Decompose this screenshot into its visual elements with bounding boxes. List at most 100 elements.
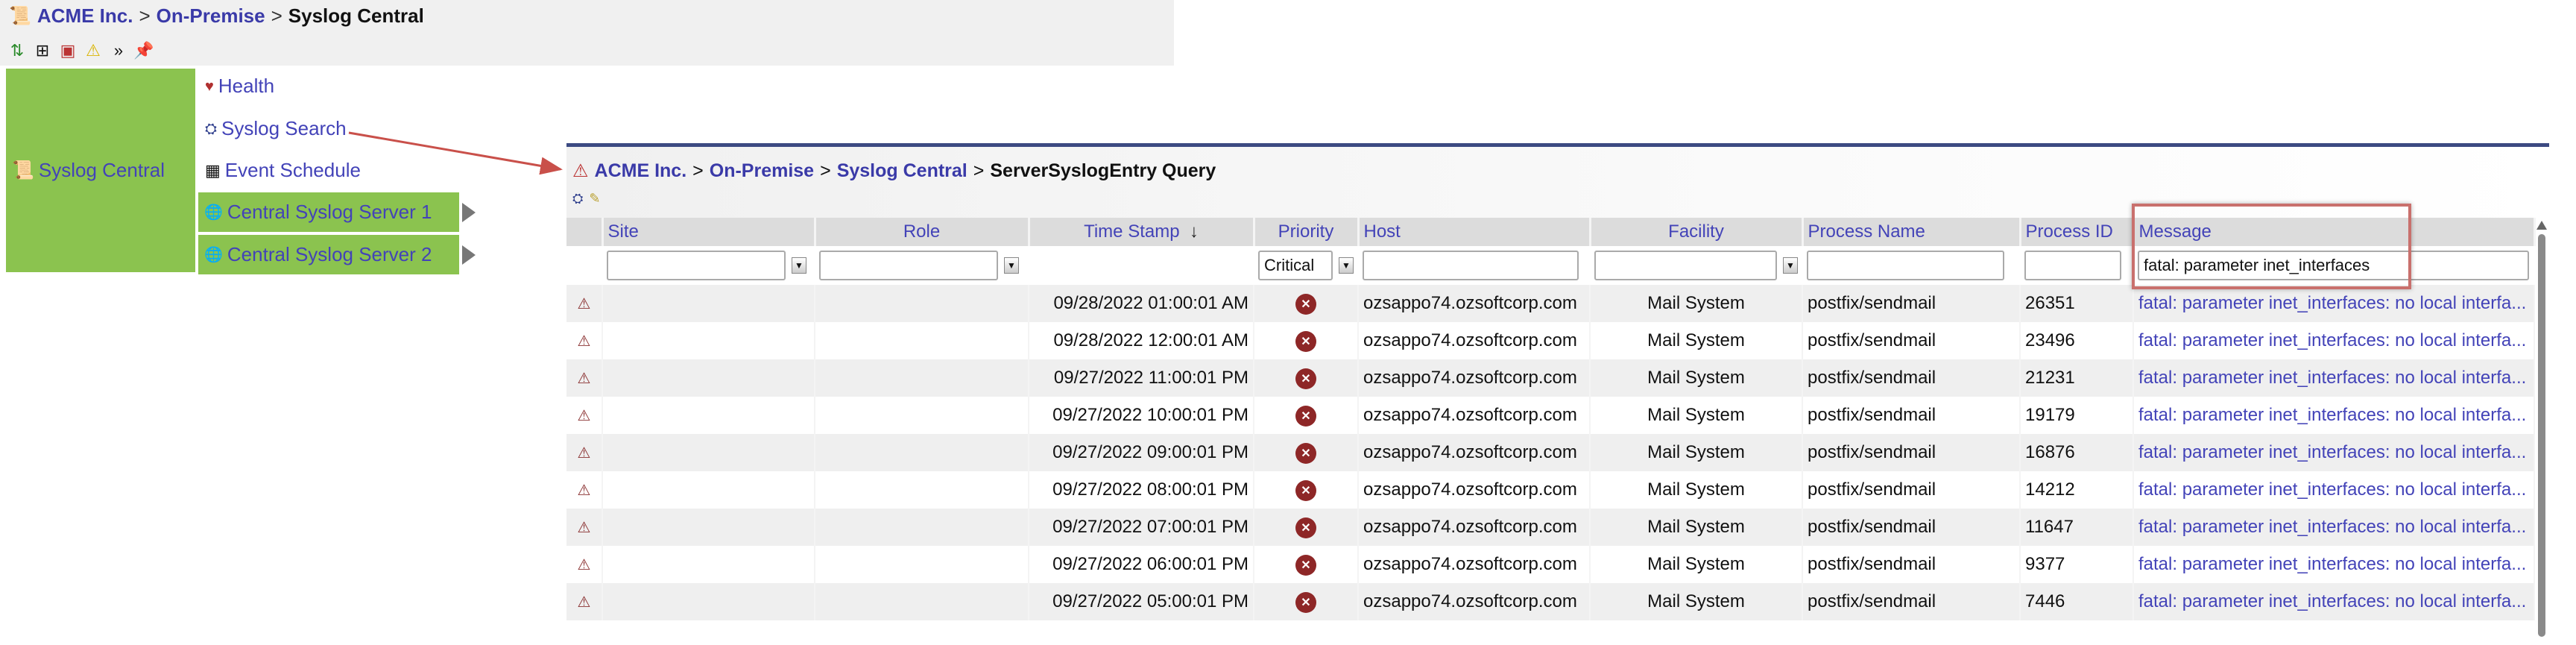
table-scrollbar[interactable] [2534, 216, 2549, 645]
entry-icon[interactable]: ⚠ [578, 334, 591, 349]
cell-process-id: 7446 [2020, 583, 2134, 620]
clear-filter-icon[interactable]: ✎ [589, 192, 600, 205]
cell-site [602, 509, 815, 546]
cell-facility: Mail System [1590, 434, 1803, 471]
header-process-id[interactable]: Process ID [2020, 218, 2135, 246]
entry-icon[interactable]: ⚠ [578, 297, 591, 312]
entry-icon[interactable]: ⚠ [578, 520, 591, 535]
critical-icon: ✕ [1295, 517, 1316, 538]
cell-message-link[interactable]: fatal: parameter inet_interfaces: no loc… [2133, 322, 2535, 359]
breadcrumb-separator: > [820, 160, 831, 181]
cell-message-link[interactable]: fatal: parameter inet_interfaces: no loc… [2133, 285, 2535, 322]
process-name-filter[interactable] [1807, 251, 2004, 280]
role-filter[interactable] [819, 251, 998, 280]
cell-process-name: postfix/sendmail [1802, 434, 2021, 471]
critical-icon: ✕ [1295, 443, 1316, 464]
cell-role [815, 509, 1029, 546]
header-timestamp[interactable]: Time Stamp ↓ [1029, 218, 1255, 246]
cell-timestamp: 09/27/2022 09:00:01 PM [1029, 434, 1254, 471]
table-row[interactable]: ⚠ 09/28/2022 01:00:01 AM ✕ ozsappo74.ozs… [566, 285, 2535, 322]
cell-role [815, 434, 1029, 471]
cell-role [815, 322, 1029, 359]
table-row[interactable]: ⚠ 09/27/2022 10:00:01 PM ✕ ozsappo74.ozs… [566, 397, 2535, 434]
entry-icon[interactable]: ⚠ [578, 483, 591, 498]
table-row[interactable]: ⚠ 09/27/2022 09:00:01 PM ✕ ozsappo74.ozs… [566, 434, 2535, 471]
dropdown-arrow-icon[interactable]: ▼ [1783, 257, 1798, 274]
table-row[interactable]: ⚠ 09/27/2022 08:00:01 PM ✕ ozsappo74.ozs… [566, 471, 2535, 509]
host-filter[interactable] [1363, 251, 1579, 280]
breadcrumb-on-premise[interactable]: On-Premise [710, 160, 814, 182]
sidebar-item-server-2[interactable]: 🌐 Central Syslog Server 2 [198, 235, 459, 274]
cell-process-name: postfix/sendmail [1802, 583, 2021, 620]
header-icon-col [566, 218, 604, 246]
priority-filter[interactable]: Critical [1258, 251, 1333, 280]
breadcrumb-current: ServerSyslogEntry Query [990, 160, 1216, 181]
cell-message-link[interactable]: fatal: parameter inet_interfaces: no loc… [2133, 434, 2535, 471]
cell-site [602, 471, 815, 509]
entry-icon[interactable]: ⚠ [578, 371, 591, 386]
scroll-up-icon[interactable] [2536, 221, 2547, 230]
dropdown-arrow-icon[interactable]: ▼ [792, 257, 806, 274]
sidebar-item-server-1[interactable]: 🌐 Central Syslog Server 1 [198, 192, 459, 232]
entry-icon[interactable]: ⚠ [578, 558, 591, 573]
expand-arrow-icon[interactable] [462, 203, 476, 222]
alert-scroll-icon: ⚠ [572, 160, 589, 181]
table-row[interactable]: ⚠ 09/28/2022 12:00:01 AM ✕ ozsappo74.ozs… [566, 322, 2535, 359]
header-priority[interactable]: Priority [1254, 218, 1360, 246]
cell-process-id: 11647 [2020, 509, 2134, 546]
cell-site [602, 397, 815, 434]
cell-timestamp: 09/27/2022 05:00:01 PM [1029, 583, 1254, 620]
dropdown-arrow-icon[interactable]: ▼ [1339, 257, 1354, 274]
table-row[interactable]: ⚠ 09/27/2022 05:00:01 PM ✕ ozsappo74.ozs… [566, 583, 2535, 620]
binoculars-icon[interactable]: ⛭ [572, 192, 583, 205]
header-facility[interactable]: Facility [1590, 218, 1804, 246]
cell-timestamp: 09/27/2022 10:00:01 PM [1029, 397, 1254, 434]
cell-facility: Mail System [1590, 509, 1803, 546]
cell-process-id: 19179 [2020, 397, 2134, 434]
entry-icon[interactable]: ⚠ [578, 409, 591, 424]
site-filter[interactable] [607, 251, 786, 280]
breadcrumb-separator: > [692, 160, 704, 181]
sort-down-icon: ↓ [1189, 221, 1199, 242]
facility-filter[interactable] [1594, 251, 1777, 280]
table-row[interactable]: ⚠ 09/27/2022 11:00:01 PM ✕ ozsappo74.ozs… [566, 359, 2535, 397]
cell-host: ozsappo74.ozsoftcorp.com [1358, 546, 1591, 583]
dropdown-arrow-icon[interactable]: ▼ [1004, 257, 1019, 274]
process-id-filter[interactable] [2024, 251, 2121, 280]
critical-icon: ✕ [1295, 480, 1316, 501]
cell-message-link[interactable]: fatal: parameter inet_interfaces: no loc… [2133, 509, 2535, 546]
breadcrumb-acme[interactable]: ACME Inc. [595, 160, 687, 182]
cell-timestamp: 09/27/2022 06:00:01 PM [1029, 546, 1254, 583]
critical-icon: ✕ [1295, 331, 1316, 352]
cell-message-link[interactable]: fatal: parameter inet_interfaces: no loc… [2133, 471, 2535, 509]
globe-icon: 🌐 [204, 246, 223, 263]
table-row[interactable]: ⚠ 09/27/2022 06:00:01 PM ✕ ozsappo74.ozs… [566, 546, 2535, 583]
cell-message-link[interactable]: fatal: parameter inet_interfaces: no loc… [2133, 546, 2535, 583]
entry-icon[interactable]: ⚠ [578, 595, 591, 610]
table-row[interactable]: ⚠ 09/27/2022 07:00:01 PM ✕ ozsappo74.ozs… [566, 509, 2535, 546]
cell-process-name: postfix/sendmail [1802, 285, 2021, 322]
cell-host: ozsappo74.ozsoftcorp.com [1358, 434, 1591, 471]
critical-icon: ✕ [1295, 592, 1316, 613]
breadcrumb-syslog-central[interactable]: Syslog Central [837, 160, 967, 182]
cell-role [815, 546, 1029, 583]
scroll-thumb[interactable] [2538, 234, 2545, 637]
cell-site [602, 322, 815, 359]
entry-icon[interactable]: ⚠ [578, 446, 591, 461]
header-process-name[interactable]: Process Name [1802, 218, 2021, 246]
panel-breadcrumb: ⚠ ACME Inc. > On-Premise > Syslog Centra… [572, 160, 1216, 182]
cell-facility: Mail System [1590, 397, 1803, 434]
header-role[interactable]: Role [815, 218, 1030, 246]
cell-facility: Mail System [1590, 546, 1803, 583]
cell-site [602, 583, 815, 620]
cell-process-id: 23496 [2020, 322, 2134, 359]
annotation-arrow [348, 131, 563, 175]
cell-message-link[interactable]: fatal: parameter inet_interfaces: no loc… [2133, 359, 2535, 397]
header-host[interactable]: Host [1358, 218, 1591, 246]
header-site[interactable]: Site [602, 218, 816, 246]
cell-message-link[interactable]: fatal: parameter inet_interfaces: no loc… [2133, 397, 2535, 434]
expand-arrow-icon[interactable] [462, 245, 476, 265]
cell-message-link[interactable]: fatal: parameter inet_interfaces: no loc… [2133, 583, 2535, 620]
cell-site [602, 285, 815, 322]
server-label: Central Syslog Server 1 [227, 201, 432, 223]
